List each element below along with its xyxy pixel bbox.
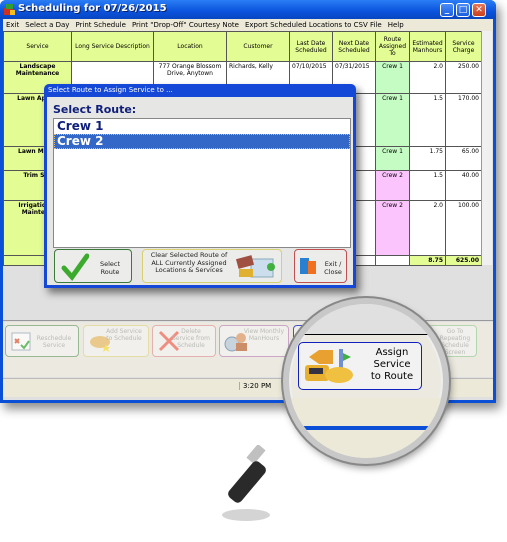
- col-manhours[interactable]: Estimated Manhours: [409, 31, 446, 62]
- magnifier-lens: Assign Service to Route: [283, 298, 449, 464]
- cell-route: Crew 1: [375, 61, 410, 94]
- col-service[interactable]: Service: [3, 31, 72, 62]
- cell-manhours: 1.5: [409, 93, 446, 147]
- add-service-button[interactable]: Add Service to Schedule: [83, 325, 149, 357]
- menu-bar: Exit Select a Day Print Schedule Print "Dro…: [3, 19, 493, 31]
- col-location[interactable]: Location: [153, 31, 227, 62]
- table-header-row: Service Long Service Description Locatio…: [3, 31, 482, 62]
- cell-manhours: 2.0: [409, 61, 446, 94]
- clear-route-label: Clear Selected Route of ALL Currently As…: [150, 251, 228, 274]
- maximize-icon: □: [458, 5, 468, 15]
- clear-route-button[interactable]: Clear Selected Route of ALL Currently As…: [142, 249, 282, 283]
- exit-close-button[interactable]: Exit / Close: [294, 249, 347, 283]
- delete-service-label: Delete Service from Schedule: [171, 328, 211, 349]
- route-listbox[interactable]: Crew 1 Crew 2: [53, 118, 351, 248]
- minimize-button[interactable]: _: [440, 3, 454, 17]
- magnifier-handle-icon: [222, 445, 270, 521]
- magnified-area: Assign Service to Route: [289, 304, 443, 458]
- select-route-label: Select Route:: [53, 103, 137, 116]
- magnified-assign-service-button[interactable]: Assign Service to Route: [298, 342, 422, 390]
- col-last-date[interactable]: Last Date Scheduled: [289, 31, 333, 62]
- menu-exit[interactable]: Exit: [3, 19, 22, 31]
- cell-charge: 100.00: [445, 200, 482, 256]
- dialog-body: Select Route: Crew 1 Crew 2 Select Route…: [47, 97, 353, 285]
- col-customer[interactable]: Customer: [226, 31, 290, 62]
- maximize-button[interactable]: □: [456, 3, 470, 17]
- cell-manhours: 1.75: [409, 146, 446, 171]
- cell-route: Crew 2: [375, 200, 410, 256]
- total-manhours: 8.75: [409, 255, 446, 266]
- menu-help[interactable]: Help: [385, 19, 407, 31]
- title-bar[interactable]: Scheduling for 07/26/2015 _ □ ✕: [0, 0, 496, 19]
- cell-manhours: 2.0: [409, 200, 446, 256]
- view-manhours-label: View Monthly ManHours: [243, 328, 285, 342]
- col-route[interactable]: Route Assigned To: [375, 31, 410, 62]
- cell-manhours: 1.5: [409, 170, 446, 201]
- menu-print-schedule[interactable]: Print Schedule: [72, 19, 129, 31]
- dialog-title: Select Route to Assign Service to ...: [48, 86, 173, 94]
- magnified-divider: [289, 334, 443, 335]
- add-service-label: Add Service to Schedule: [106, 328, 142, 342]
- calendar-check-icon: [11, 332, 31, 351]
- window-title: Scheduling for 07/26/2015: [18, 3, 167, 14]
- cell-charge: 65.00: [445, 146, 482, 171]
- route-option-crew-1[interactable]: Crew 1: [54, 119, 350, 134]
- delete-service-button[interactable]: Delete Service from Schedule: [152, 325, 216, 357]
- reschedule-service-button[interactable]: Reschedule Service: [5, 325, 79, 357]
- totals-blank: [375, 255, 410, 266]
- magnified-background: [289, 304, 443, 334]
- vertical-scrollbar[interactable]: [481, 31, 492, 265]
- select-route-dialog: Select Route to Assign Service to ... Se…: [44, 84, 356, 288]
- exit-close-label: Exit / Close: [324, 260, 342, 276]
- select-route-label-text: Select Route: [99, 260, 121, 276]
- close-button[interactable]: ✕: [472, 3, 486, 17]
- view-manhours-button[interactable]: View Monthly ManHours: [219, 325, 289, 357]
- cell-charge: 40.00: [445, 170, 482, 201]
- menu-select-day[interactable]: Select a Day: [22, 19, 72, 31]
- menu-print-dropoff[interactable]: Print "Drop-Off" Courtesy Note: [129, 19, 242, 31]
- menu-export-csv[interactable]: Export Scheduled Locations to CSV File: [242, 19, 385, 31]
- col-next-date[interactable]: Next Date Scheduled: [332, 31, 376, 62]
- route-option-crew-2[interactable]: Crew 2: [54, 134, 350, 149]
- minimize-icon: _: [444, 5, 450, 15]
- magnified-assign-label: Assign Service to Route: [370, 347, 414, 382]
- app-icon: [4, 4, 15, 15]
- total-charge: 625.00: [445, 255, 482, 266]
- close-icon: ✕: [475, 5, 483, 15]
- cell-route: Crew 2: [375, 170, 410, 201]
- cell-route: Crew 1: [375, 93, 410, 147]
- magnified-window-border: [299, 426, 439, 430]
- truck-route-map-icon: [235, 255, 275, 278]
- select-route-button[interactable]: Select Route: [54, 249, 132, 283]
- col-description[interactable]: Long Service Description: [71, 31, 154, 62]
- cell-route: Crew 1: [375, 146, 410, 171]
- truck-handshake-icon: [305, 349, 353, 383]
- cell-charge: 170.00: [445, 93, 482, 147]
- col-charge[interactable]: Service Charge: [445, 31, 482, 62]
- green-checkmark-icon: [61, 253, 89, 281]
- cell-charge: 250.00: [445, 61, 482, 94]
- reschedule-label: Reschedule Service: [36, 335, 72, 349]
- exit-door-icon: [300, 258, 316, 274]
